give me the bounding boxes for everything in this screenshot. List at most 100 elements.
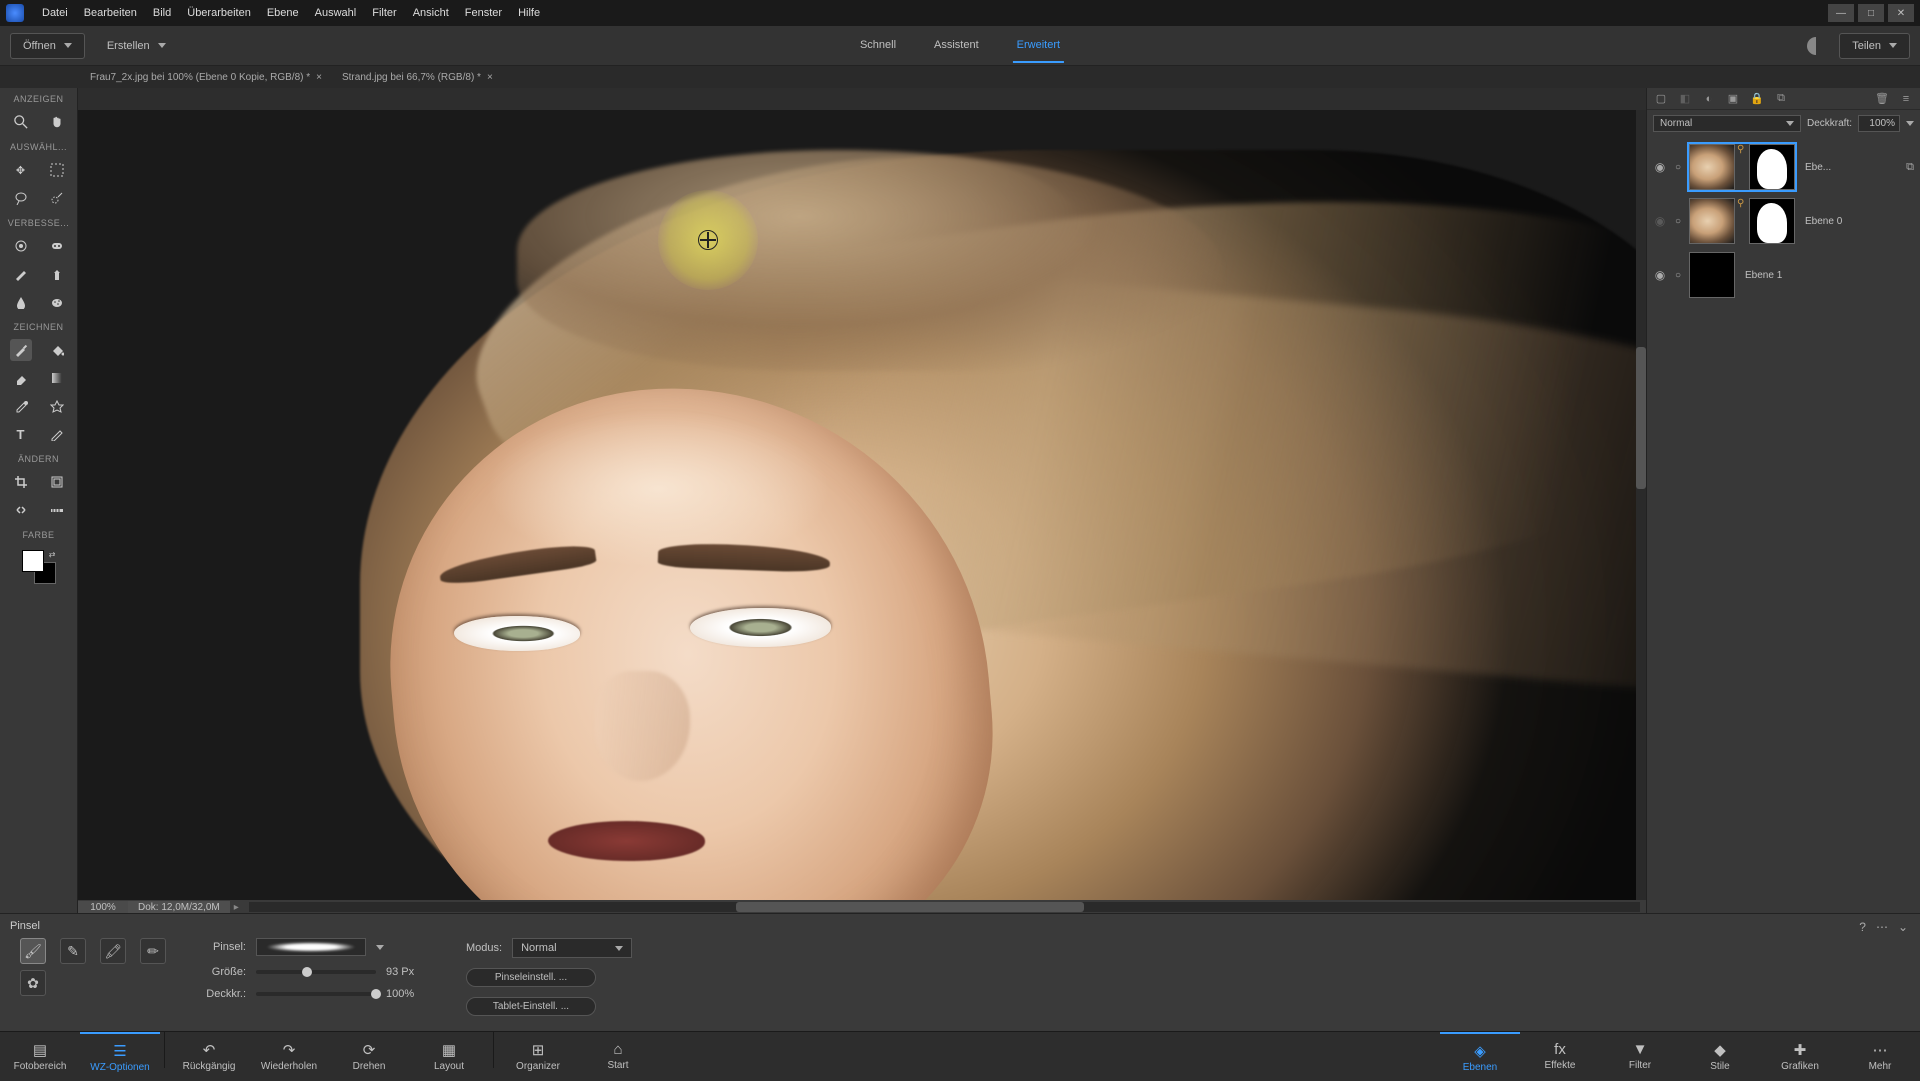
opacity-slider[interactable] — [256, 992, 376, 996]
mode-guided[interactable]: Assistent — [930, 29, 983, 63]
mask-thumbnail[interactable] — [1749, 144, 1795, 190]
menu-fenster[interactable]: Fenster — [457, 3, 510, 23]
marquee-tool[interactable] — [46, 159, 68, 181]
content-move-tool[interactable] — [10, 499, 32, 521]
paint-bucket-tool[interactable] — [46, 339, 68, 361]
layer-name[interactable]: Ebene 1 — [1745, 270, 1782, 281]
doctab-1[interactable]: Strand.jpg bei 66,7% (RGB/8) * × — [332, 69, 503, 86]
spot-heal-tool[interactable] — [46, 235, 68, 257]
eyedropper-tool[interactable] — [10, 395, 32, 417]
mode-quick[interactable]: Schnell — [856, 29, 900, 63]
chevron-right-icon[interactable]: ▸ — [230, 902, 243, 913]
create-button[interactable]: Erstellen — [95, 34, 178, 58]
brush-variant-normal[interactable]: 🖌 — [20, 938, 46, 964]
size-slider[interactable] — [256, 970, 376, 974]
brush-tool[interactable] — [10, 339, 32, 361]
gradient-tool[interactable] — [46, 367, 68, 389]
panel-menu-icon[interactable]: ≡ — [1898, 92, 1914, 106]
help-icon[interactable]: ? — [1859, 920, 1866, 934]
straighten-tool[interactable] — [46, 499, 68, 521]
bb-rotate[interactable]: ⟳Drehen — [329, 1032, 409, 1081]
canvas[interactable] — [78, 110, 1646, 900]
bb-effects[interactable]: fxEffekte — [1520, 1032, 1600, 1081]
eraser-tool[interactable] — [10, 367, 32, 389]
layer-thumbnail[interactable] — [1689, 252, 1735, 298]
horizontal-scrollbar[interactable] — [249, 902, 1640, 912]
bb-photo-bin[interactable]: ▤Fotobereich — [0, 1032, 80, 1081]
layer-thumbnail[interactable] — [1689, 144, 1735, 190]
brush-variant-pattern[interactable]: ✿ — [20, 970, 46, 996]
smart-brush-tool[interactable] — [10, 263, 32, 285]
visibility-toggle[interactable]: ◉ — [1653, 214, 1667, 228]
scrollbar-thumb[interactable] — [1636, 347, 1646, 489]
menu-bild[interactable]: Bild — [145, 3, 179, 23]
maximize-button[interactable]: □ — [1858, 4, 1884, 22]
chevron-down-icon[interactable] — [376, 945, 384, 950]
menu-ueberarbeiten[interactable]: Überarbeiten — [179, 3, 259, 23]
adjustment-layer-icon[interactable]: ◐ — [1701, 92, 1717, 106]
quick-select-tool[interactable] — [46, 187, 68, 209]
redeye-tool[interactable] — [10, 235, 32, 257]
bb-styles[interactable]: ◆Stile — [1680, 1032, 1760, 1081]
layer-name[interactable]: Ebene 0 — [1805, 216, 1842, 227]
layer-row-0[interactable]: ◉ ○ ⚲ Ebe... ⧉ — [1649, 140, 1918, 194]
layer-thumbnail[interactable] — [1689, 198, 1735, 244]
collapse-icon[interactable]: ⌄ — [1898, 920, 1908, 934]
bb-layers[interactable]: ◈Ebenen — [1440, 1032, 1520, 1081]
brush-variant-pencil[interactable]: ✏ — [140, 938, 166, 964]
brush-variant-impressionist[interactable]: ✎ — [60, 938, 86, 964]
link-toggle[interactable]: ○ — [1671, 216, 1685, 227]
bb-tool-options[interactable]: ☰WZ-Optionen — [80, 1032, 160, 1081]
hand-tool[interactable] — [46, 111, 68, 133]
bb-organizer[interactable]: ⊞Organizer — [498, 1032, 578, 1081]
menu-ansicht[interactable]: Ansicht — [405, 3, 457, 23]
link-icon[interactable]: ⧉ — [1773, 92, 1789, 106]
clone-tool[interactable] — [46, 263, 68, 285]
new-group-icon[interactable]: ◧ — [1677, 92, 1693, 106]
text-tool[interactable]: T — [10, 423, 32, 445]
close-button[interactable]: ✕ — [1888, 4, 1914, 22]
menu-auswahl[interactable]: Auswahl — [307, 3, 365, 23]
mode-expert[interactable]: Erweitert — [1013, 29, 1064, 63]
brush-settings-button[interactable]: Pinseleinstell. ... — [466, 968, 596, 987]
bb-undo[interactable]: ↶Rückgängig — [169, 1032, 249, 1081]
menu-datei[interactable]: Datei — [34, 3, 76, 23]
link-toggle[interactable]: ○ — [1671, 270, 1685, 281]
mask-icon[interactable]: ▣ — [1725, 92, 1741, 106]
share-button[interactable]: Teilen — [1839, 33, 1910, 59]
mask-link-icon[interactable]: ⚲ — [1737, 144, 1747, 190]
visibility-toggle[interactable]: ◉ — [1653, 160, 1667, 174]
link-toggle[interactable]: ○ — [1671, 162, 1685, 173]
mask-thumbnail[interactable] — [1749, 198, 1795, 244]
menu-bearbeiten[interactable]: Bearbeiten — [76, 3, 145, 23]
close-icon[interactable]: × — [487, 72, 493, 83]
color-swatch[interactable]: ⇄ — [22, 550, 56, 584]
theme-toggle-icon[interactable] — [1807, 37, 1825, 55]
move-tool[interactable]: ✥ — [10, 159, 32, 181]
bb-redo[interactable]: ↷Wiederholen — [249, 1032, 329, 1081]
brush-variant-color-replace[interactable]: 🖍 — [100, 938, 126, 964]
swap-colors-icon[interactable]: ⇄ — [49, 550, 56, 559]
doctab-0[interactable]: Frau7_2x.jpg bei 100% (Ebene 0 Kopie, RG… — [80, 69, 332, 86]
zoom-tool[interactable] — [10, 111, 32, 133]
lock-icon[interactable]: 🔒 — [1749, 92, 1765, 106]
menu-hilfe[interactable]: Hilfe — [510, 3, 548, 23]
menu-ebene[interactable]: Ebene — [259, 3, 307, 23]
chevron-down-icon[interactable] — [1906, 121, 1914, 126]
opacity-input[interactable]: 100% — [1858, 115, 1900, 132]
visibility-toggle[interactable]: ◉ — [1653, 268, 1667, 282]
lasso-tool[interactable] — [10, 187, 32, 209]
brush-preset-select[interactable] — [256, 938, 366, 956]
minimize-button[interactable]: — — [1828, 4, 1854, 22]
scrollbar-thumb[interactable] — [736, 902, 1084, 912]
delete-layer-icon[interactable]: 🗑 — [1874, 92, 1890, 106]
vertical-scrollbar[interactable] — [1636, 110, 1646, 900]
opacity-value[interactable]: 100% — [386, 988, 436, 1000]
open-button[interactable]: Öffnen — [10, 33, 85, 59]
panel-menu-icon[interactable]: ⋯ — [1876, 920, 1888, 934]
layer-row-2[interactable]: ◉ ○ Ebene 1 — [1649, 248, 1918, 302]
sponge-tool[interactable] — [46, 291, 68, 313]
close-icon[interactable]: × — [316, 72, 322, 83]
zoom-level[interactable]: 100% — [78, 901, 128, 914]
blend-mode-select[interactable]: Normal — [1653, 115, 1801, 132]
